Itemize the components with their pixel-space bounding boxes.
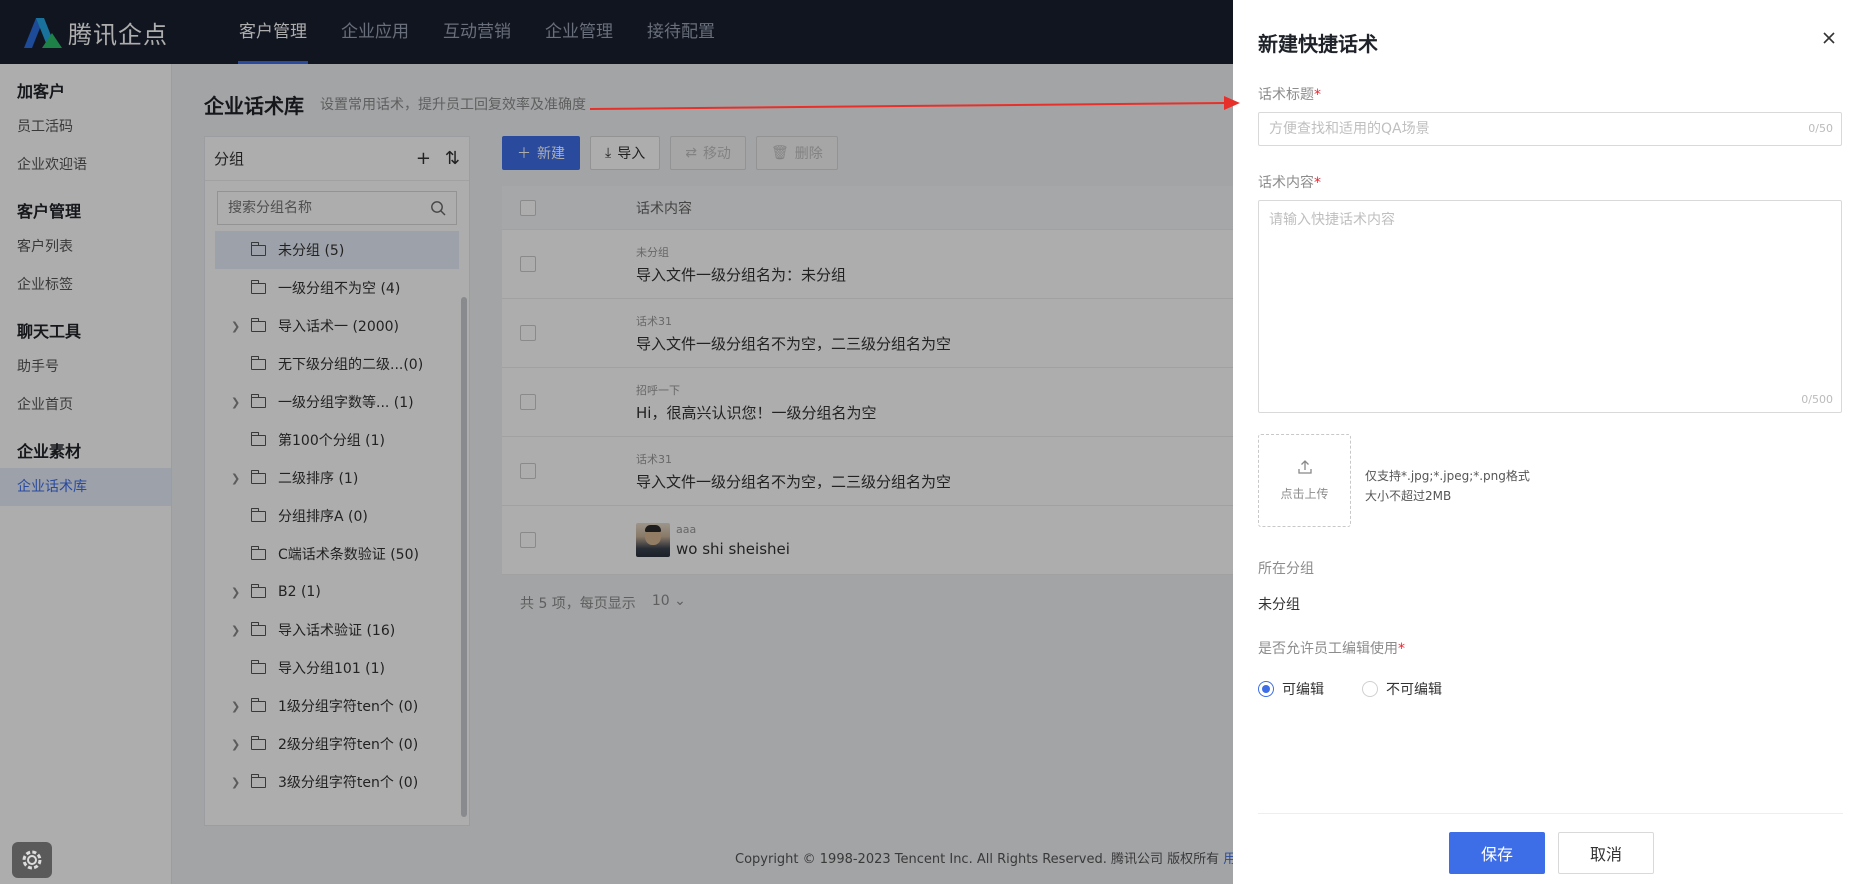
drawer-title: 新建快捷话术 xyxy=(1258,32,1378,56)
title-input[interactable] xyxy=(1259,113,1841,145)
editable-radio-group: 可编辑 不可编辑 xyxy=(1258,679,1442,699)
content-field: 0/500 xyxy=(1258,200,1842,413)
editable-field-label: 是否允许员工编辑使用* xyxy=(1258,641,1405,657)
upload-size-hint: 大小不超过2MB xyxy=(1365,489,1452,503)
title-field: 0/50 xyxy=(1258,112,1842,146)
drawer-divider xyxy=(1258,813,1843,814)
content-field-label: 话术内容* xyxy=(1258,175,1321,191)
image-upload[interactable]: 点击上传 xyxy=(1258,434,1351,527)
upload-label: 点击上传 xyxy=(1280,487,1329,501)
radio-not-editable[interactable] xyxy=(1362,681,1378,697)
upload-format-hint: 仅支持*.jpg;*.jpeg;*.png格式 xyxy=(1365,469,1530,483)
radio-not-editable-label: 不可编辑 xyxy=(1386,682,1442,698)
content-char-counter: 0/500 xyxy=(1801,393,1833,406)
upload-icon xyxy=(1297,460,1312,474)
group-field-value: 未分组 xyxy=(1258,597,1300,613)
modal-overlay[interactable] xyxy=(0,0,1233,884)
settings-gear-icon[interactable] xyxy=(12,842,52,878)
group-field-label: 所在分组 xyxy=(1258,561,1314,577)
new-script-drawer: 新建快捷话术 话术标题* 0/50 话术内容* 0/500 点击上传 仅支持*.… xyxy=(1233,0,1867,884)
title-char-counter: 0/50 xyxy=(1808,122,1833,135)
cancel-button[interactable]: 取消 xyxy=(1558,832,1654,874)
radio-editable[interactable] xyxy=(1258,681,1274,697)
save-button[interactable]: 保存 xyxy=(1449,832,1545,874)
radio-editable-label: 可编辑 xyxy=(1282,682,1324,698)
close-icon[interactable] xyxy=(1821,30,1837,46)
title-field-label: 话术标题* xyxy=(1258,87,1321,103)
content-textarea[interactable] xyxy=(1259,201,1841,351)
